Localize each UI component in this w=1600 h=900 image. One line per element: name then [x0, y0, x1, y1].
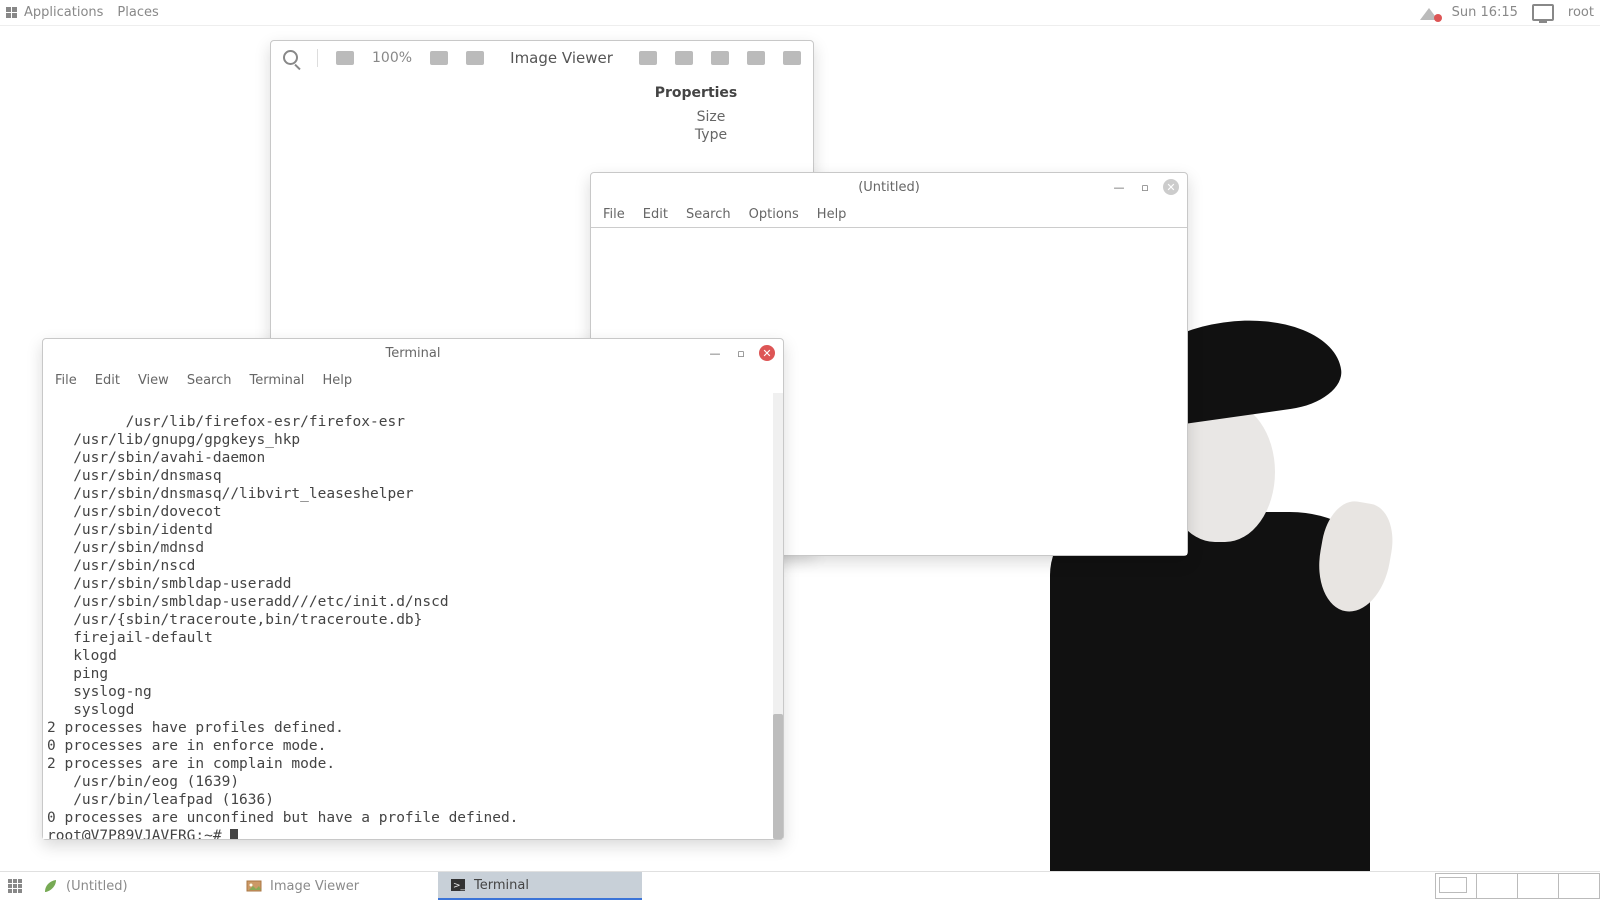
scrollbar[interactable]: [773, 393, 783, 839]
gallery-icon[interactable]: [711, 51, 729, 65]
menu-help[interactable]: Help: [817, 207, 847, 222]
minimize-button[interactable]: —: [707, 345, 723, 361]
menu-help[interactable]: Help: [322, 373, 352, 388]
display-icon[interactable]: [1532, 4, 1554, 21]
zoom-level: 100%: [372, 50, 412, 66]
menu-edit[interactable]: Edit: [643, 207, 668, 222]
apps-grid-icon[interactable]: [6, 7, 18, 19]
zoom-icon[interactable]: [283, 50, 299, 66]
terminal-icon: >_: [450, 877, 466, 893]
menu-view[interactable]: View: [138, 373, 169, 388]
clock[interactable]: Sun 16:15: [1452, 5, 1518, 20]
menu-file[interactable]: File: [603, 207, 625, 222]
nav-prev-icon[interactable]: [336, 51, 354, 65]
window-title: (Untitled): [591, 180, 1187, 195]
menu-options[interactable]: Options: [749, 207, 799, 222]
show-desktop-button[interactable]: [0, 872, 30, 900]
task-label: (Untitled): [66, 879, 128, 894]
menubar: File Edit Search Options Help: [591, 201, 1187, 227]
property-size-label: Size: [621, 109, 801, 125]
task-label: Image Viewer: [270, 879, 359, 894]
rotate-left-icon[interactable]: [639, 51, 657, 65]
scrollbar-thumb[interactable]: [773, 714, 783, 839]
window-title: Image Viewer: [502, 49, 621, 67]
leafpad-icon: [42, 878, 58, 894]
workspace-switcher[interactable]: [1435, 872, 1600, 900]
terminal-output[interactable]: /usr/lib/firefox-esr/firefox-esr /usr/li…: [43, 393, 783, 839]
menu-applications[interactable]: Applications: [24, 5, 103, 20]
properties-heading: Properties: [655, 85, 738, 101]
minimize-button[interactable]: —: [1111, 179, 1127, 195]
taskbar-item-image-viewer[interactable]: Image Viewer: [234, 872, 438, 900]
taskbar-item-untitled[interactable]: (Untitled): [30, 872, 234, 900]
menu-file[interactable]: File: [55, 373, 77, 388]
close-button[interactable]: ✕: [1163, 179, 1179, 195]
image-viewer-icon: [246, 878, 262, 894]
window-title: Terminal: [43, 346, 783, 361]
rotate-right-icon[interactable]: [675, 51, 693, 65]
menu-search[interactable]: Search: [187, 373, 232, 388]
menu-places[interactable]: Places: [117, 5, 158, 20]
fit-icon[interactable]: [466, 51, 484, 65]
task-label: Terminal: [474, 878, 529, 893]
window-terminal: Terminal — ▫ ✕ File Edit View Search Ter…: [42, 338, 784, 840]
menu-icon[interactable]: [783, 51, 801, 65]
user-name[interactable]: root: [1568, 5, 1594, 20]
image-viewer-toolbar: 100% Image Viewer: [271, 41, 813, 75]
terminal-cursor: [230, 829, 238, 839]
fullscreen-icon[interactable]: [747, 51, 765, 65]
maximize-button[interactable]: ▫: [1137, 179, 1153, 195]
property-type-label: Type: [621, 127, 801, 143]
top-panel: Applications Places Sun 16:15 root: [0, 0, 1600, 26]
network-icon[interactable]: [1420, 6, 1438, 20]
terminal-prompt: root@V7P89VJAVFRG:~#: [47, 828, 230, 839]
menu-terminal[interactable]: Terminal: [249, 373, 304, 388]
menu-search[interactable]: Search: [686, 207, 731, 222]
menubar: File Edit View Search Terminal Help: [43, 367, 783, 393]
maximize-button[interactable]: ▫: [733, 345, 749, 361]
svg-text:>_: >_: [453, 881, 466, 891]
taskbar: (Untitled) Image Viewer >_ Terminal: [0, 871, 1600, 900]
menu-edit[interactable]: Edit: [95, 373, 120, 388]
taskbar-item-terminal[interactable]: >_ Terminal: [438, 872, 642, 900]
nav-next-icon[interactable]: [430, 51, 448, 65]
close-button[interactable]: ✕: [759, 345, 775, 361]
